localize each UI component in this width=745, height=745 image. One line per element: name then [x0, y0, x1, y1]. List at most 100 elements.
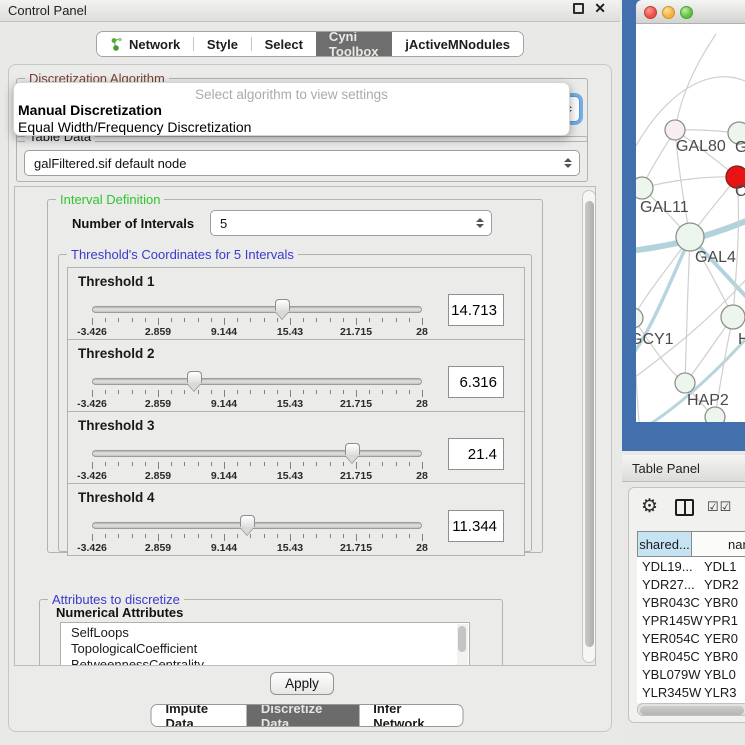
slider-tick	[237, 318, 238, 322]
threshold-value-field[interactable]: 14.713	[448, 294, 504, 326]
attributes-listbox[interactable]: SelfLoopsTopologicalCoefficientBetweenne…	[60, 622, 470, 666]
table-row[interactable]: YLR345WYLR3	[637, 683, 745, 701]
algorithm-dropdown-popup: Select algorithm to view settings Manual…	[13, 82, 570, 136]
slider-tick	[330, 534, 331, 538]
threshold-label: Threshold 4	[78, 490, 155, 505]
table-row[interactable]: YBL079WYBL0	[637, 665, 745, 683]
tab-label: jActiveMNodules	[405, 37, 510, 52]
algorithm-option[interactable]: Manual Discretization	[18, 102, 566, 119]
table-row[interactable]: YBR043CYBR0	[637, 593, 745, 611]
bottom-tab-impute-data[interactable]: Impute Data	[152, 705, 247, 726]
attributes-scrollbar[interactable]	[457, 624, 468, 666]
threshold-value-field[interactable]: 6.316	[448, 366, 504, 398]
slider-thumb[interactable]	[240, 515, 255, 527]
table-horizontal-scrollbar[interactable]	[637, 703, 745, 716]
slider-tick	[211, 534, 212, 538]
minimize-traffic-light-icon[interactable]	[662, 6, 675, 19]
table-panel-container: ⚙ ☑☑ shared...name YDL19...YDL1YDR27...Y…	[628, 487, 745, 723]
network-node[interactable]	[675, 373, 695, 393]
slider-track[interactable]	[92, 522, 422, 529]
interval-definition-title: Interval Definition	[56, 192, 164, 207]
attributes-group: Attributes to discretize Numerical Attri…	[39, 599, 503, 666]
slider-tick	[132, 318, 133, 322]
network-node[interactable]	[636, 177, 653, 199]
slider-thumb[interactable]	[275, 299, 290, 311]
table-hscrollbar-thumb[interactable]	[640, 706, 744, 715]
slider-tick	[382, 390, 383, 394]
slider-tick	[158, 534, 159, 541]
threshold-value-field[interactable]: 21.4	[448, 438, 504, 470]
tab-style[interactable]: Style	[194, 32, 251, 56]
slider-tick	[422, 318, 423, 325]
table-row[interactable]: YBR045CYBR0	[637, 647, 745, 665]
float-window-icon[interactable]	[573, 3, 584, 14]
slider-track[interactable]	[92, 306, 422, 313]
slider-tick	[145, 534, 146, 538]
network-node[interactable]	[636, 308, 643, 328]
slider-thumb[interactable]	[345, 443, 360, 455]
tab-select[interactable]: Select	[252, 32, 316, 56]
slider-tick	[409, 318, 410, 322]
settings-vertical-scrollbar[interactable]	[582, 190, 596, 663]
columns-icon[interactable]	[675, 499, 694, 516]
attributes-scrollbar-thumb[interactable]	[458, 626, 466, 652]
thresholds-group: Threshold's Coordinates for 5 Intervals …	[58, 254, 532, 552]
slider-tick	[264, 462, 265, 466]
slider-tick	[92, 534, 93, 541]
network-node[interactable]	[676, 223, 704, 251]
network-node[interactable]	[721, 305, 745, 329]
slider-tick	[118, 318, 119, 322]
gear-icon[interactable]: ⚙	[641, 495, 658, 518]
table-row[interactable]: YPR145WYPR1	[637, 611, 745, 629]
apply-button[interactable]: Apply	[270, 672, 334, 695]
table-column-header[interactable]: shared...	[637, 531, 692, 557]
tab-cyni-toolbox[interactable]: Cyni Toolbox	[316, 32, 392, 56]
slider-tick	[330, 318, 331, 322]
slider-track[interactable]	[92, 450, 422, 457]
network-node[interactable]	[665, 120, 685, 140]
settings-scrollbar-thumb[interactable]	[585, 201, 594, 647]
slider-tick-label: 21.715	[340, 470, 372, 482]
bottom-tabbar: Impute DataDiscretize DataInfer Network	[151, 704, 464, 727]
slider-tick	[303, 534, 304, 538]
attribute-list-item[interactable]: BetweennessCentrality	[61, 657, 469, 666]
node-table[interactable]: shared...name YDL19...YDL1YDR27...YDR2YB…	[637, 531, 745, 703]
close-traffic-light-icon[interactable]	[644, 6, 657, 19]
attribute-list-item[interactable]: SelfLoops	[61, 625, 469, 641]
attribute-list-item[interactable]: TopologicalCoefficient	[61, 641, 469, 657]
slider-tick	[316, 318, 317, 322]
algorithm-option[interactable]: Equal Width/Frequency Discretization	[18, 119, 566, 136]
slider-tick	[184, 534, 185, 538]
slider-thumb[interactable]	[187, 371, 202, 383]
table-row[interactable]: YDL19...YDL1	[637, 557, 745, 575]
tab-network[interactable]: Network	[97, 32, 193, 56]
table-row[interactable]: YDR27...YDR2	[637, 575, 745, 593]
network-node[interactable]	[705, 407, 725, 422]
network-node-label: HAP2	[687, 392, 729, 409]
slider-tick	[171, 534, 172, 538]
slider-tick	[145, 318, 146, 322]
interval-definition-group: Interval Definition Number of Intervals …	[47, 199, 543, 553]
slider-tick	[277, 390, 278, 394]
close-icon[interactable]: ✕	[594, 3, 606, 14]
slider-track[interactable]	[92, 378, 422, 385]
num-intervals-label: Number of Intervals	[72, 216, 194, 231]
table-data-combobox[interactable]: galFiltered.sif default node	[24, 150, 580, 176]
num-intervals-combobox[interactable]: 5	[210, 210, 492, 236]
slider-tick	[184, 318, 185, 322]
zoom-traffic-light-icon[interactable]	[680, 6, 693, 19]
slider-tick-label: 28	[416, 326, 428, 338]
table-column-header[interactable]: name	[692, 531, 745, 557]
bottom-tab-infer-network[interactable]: Infer Network	[359, 705, 462, 726]
network-window-titlebar[interactable]	[636, 0, 745, 24]
tab-jactivemnodules[interactable]: jActiveMNodules	[392, 32, 523, 56]
select-columns-checkboxes-icon[interactable]: ☑☑	[707, 499, 732, 515]
slider-tick-label: 28	[416, 398, 428, 410]
bottom-tab-discretize-data[interactable]: Discretize Data	[247, 705, 359, 726]
table-cell: YER054C	[637, 631, 699, 646]
table-cell: YBL0	[699, 667, 745, 682]
network-canvas[interactable]: GAL80GACGAL11GAL4GCY1HHAP2	[636, 24, 745, 422]
table-row[interactable]: YER054CYER0	[637, 629, 745, 647]
threshold-value-field[interactable]: 11.344	[448, 510, 504, 542]
slider-tick	[198, 534, 199, 538]
